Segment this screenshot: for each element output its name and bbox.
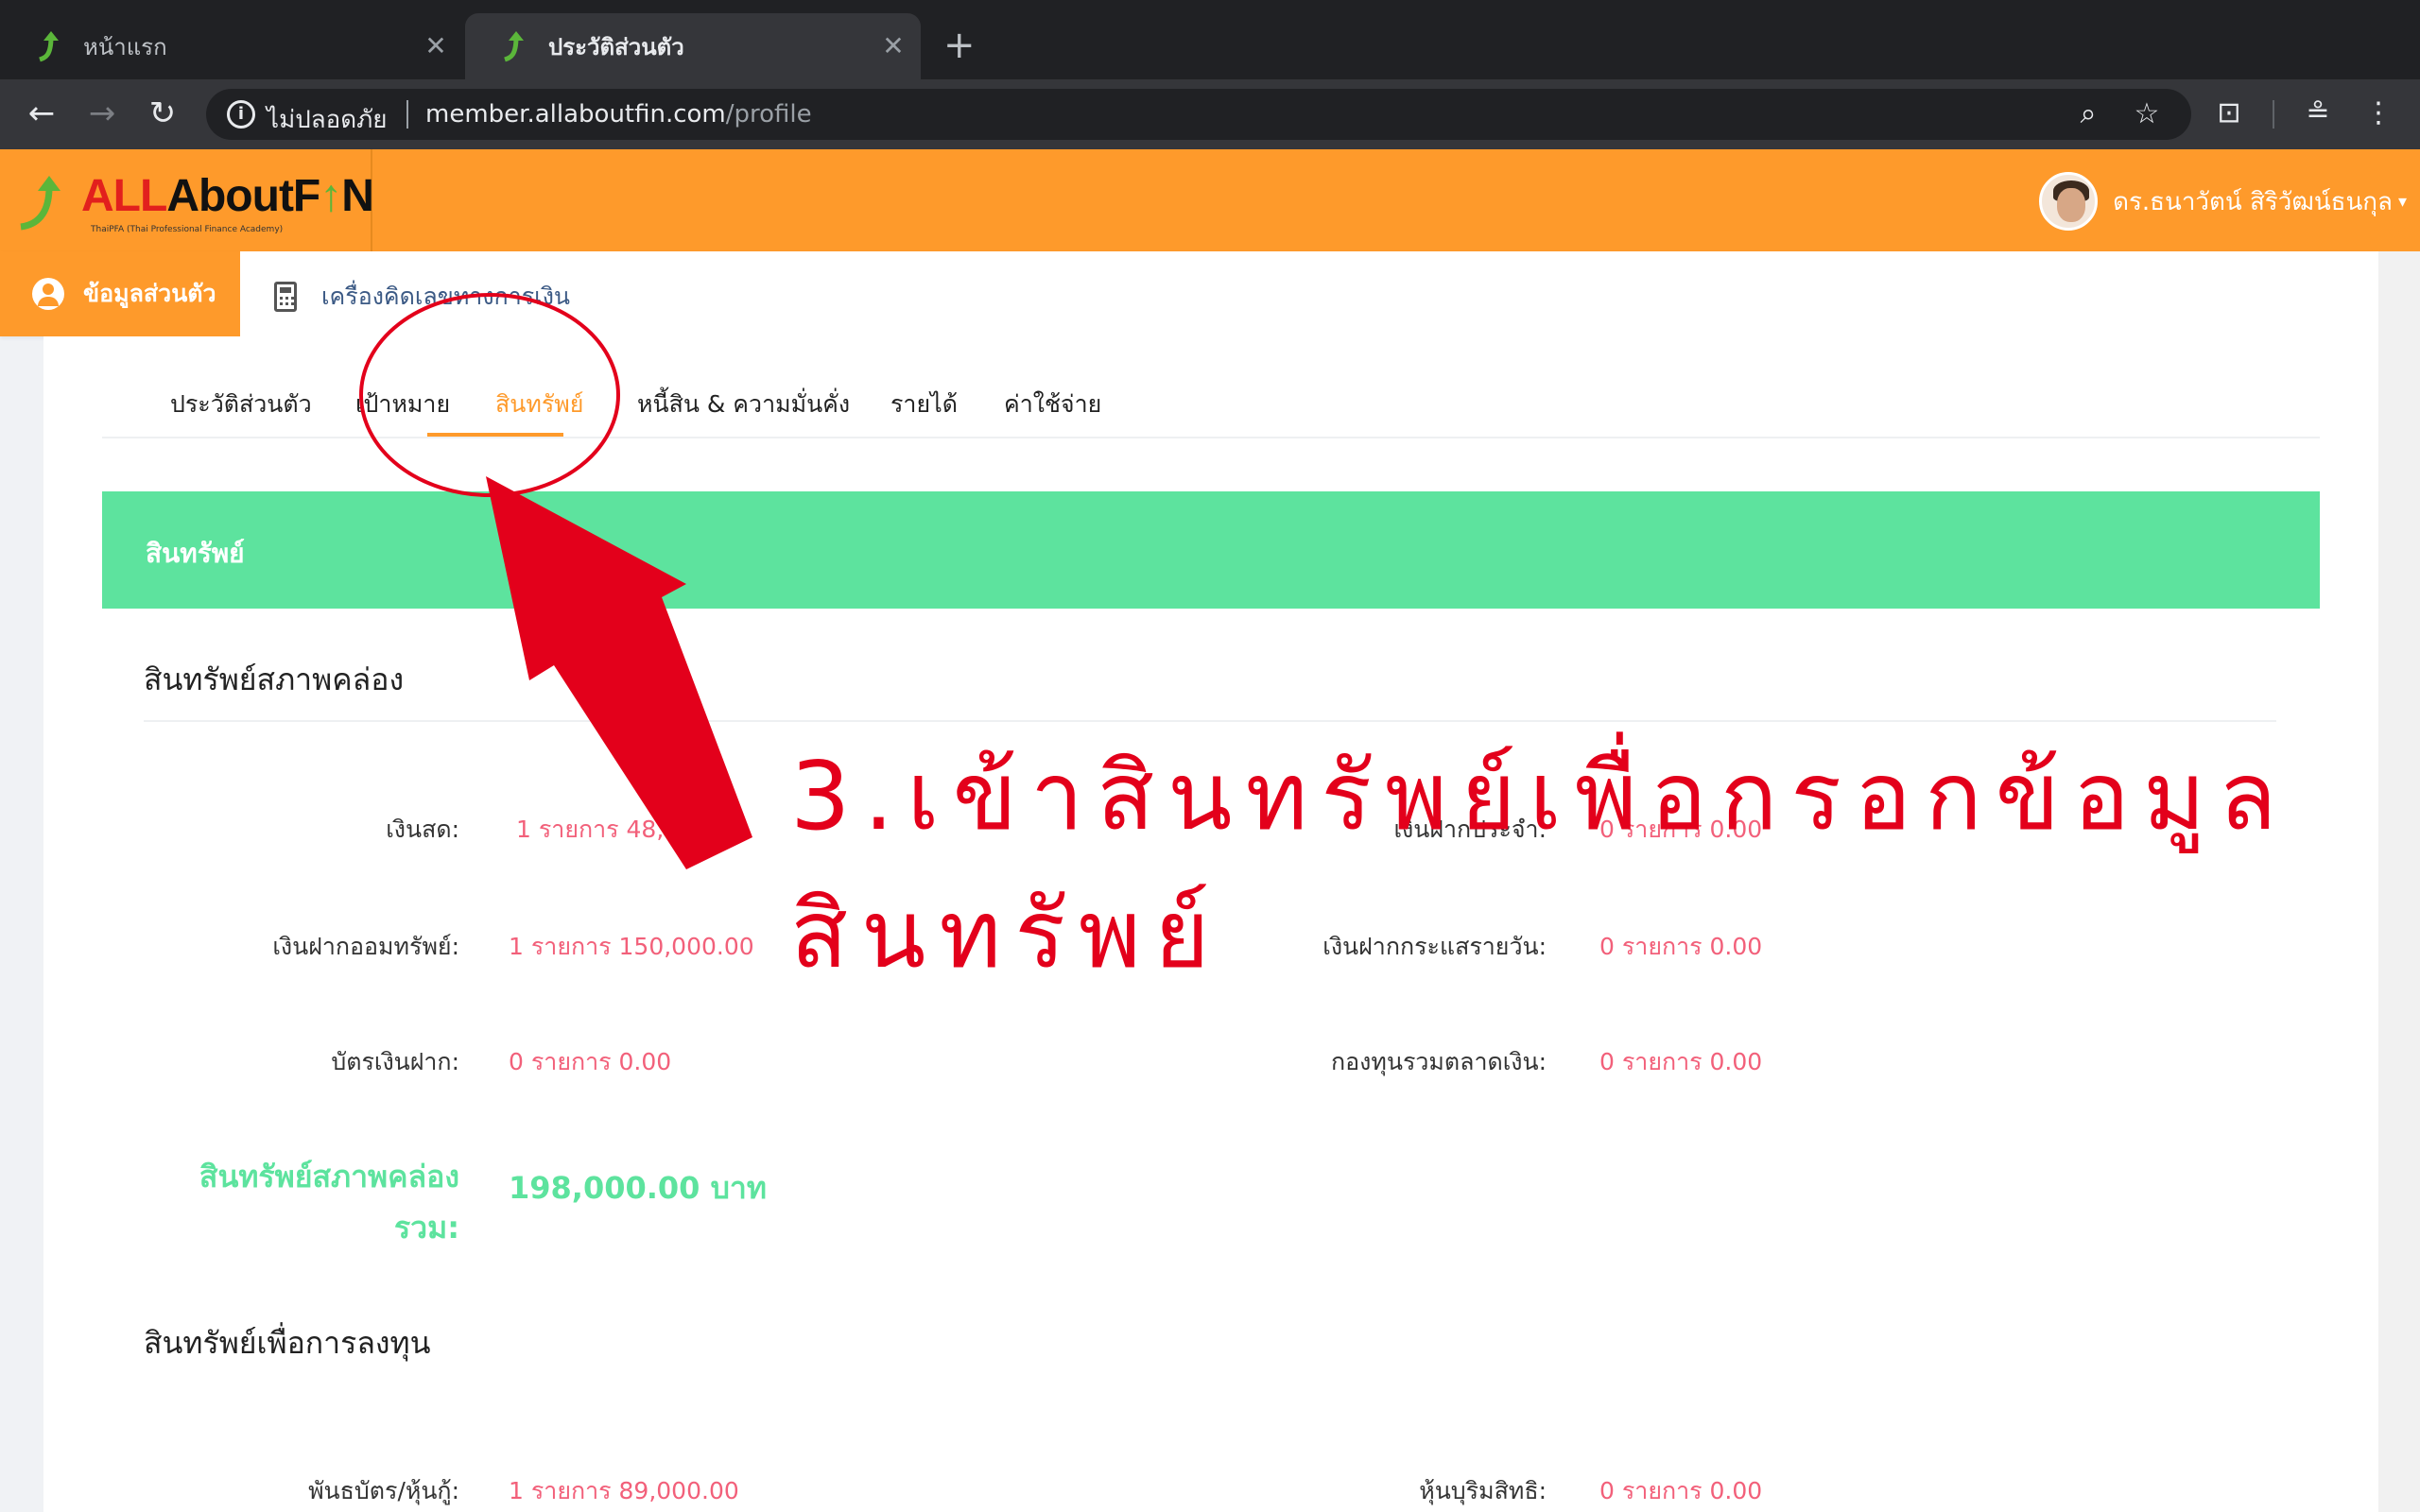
annotation-text: 3.เข้าสินทรัพย์เพื่อกรอกข้อมูลสินทรัพย์ — [790, 741, 2290, 989]
annotation-circle — [359, 293, 620, 497]
annotation-arrow — [486, 476, 752, 869]
